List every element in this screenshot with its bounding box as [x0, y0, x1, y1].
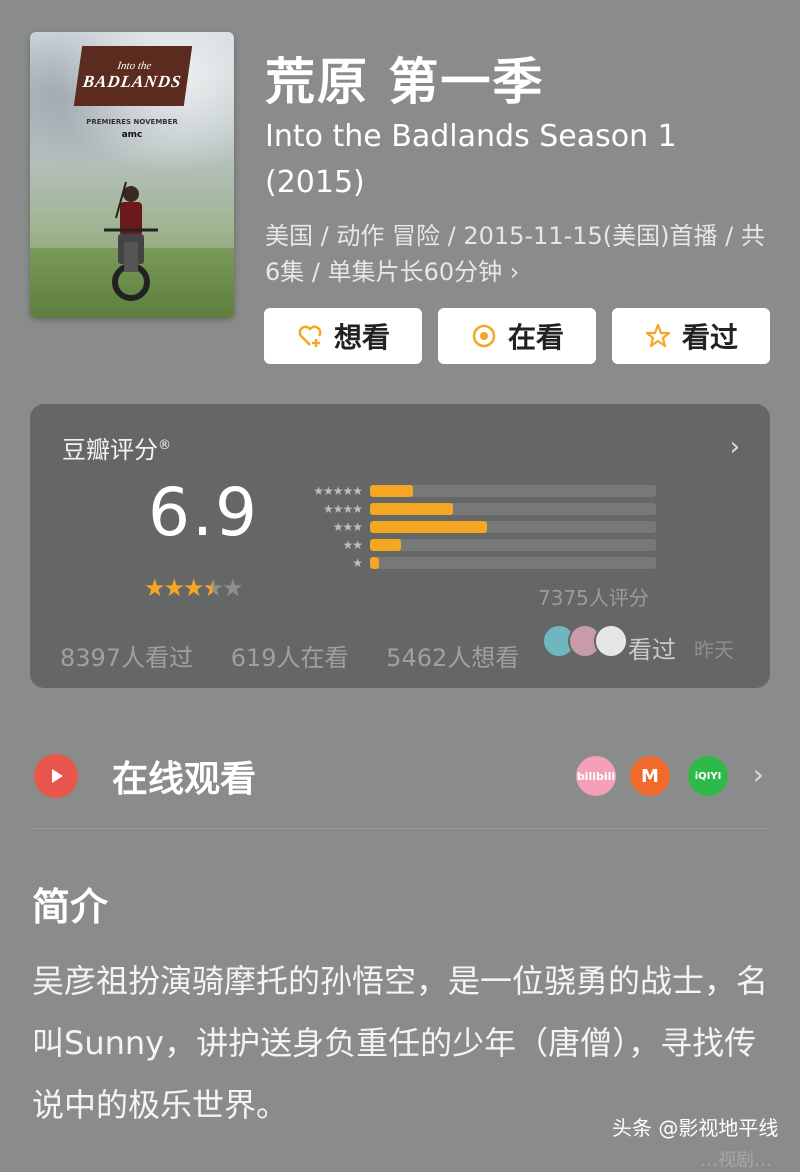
- avatar: [594, 624, 628, 658]
- rating-bar-fill: [370, 485, 413, 497]
- rating-bar-stars: ★★★: [332, 520, 363, 534]
- watched-count[interactable]: 8397人看过: [60, 644, 193, 672]
- watched-label: 看过: [681, 321, 738, 354]
- friends-watched-label: 看过: [628, 636, 676, 664]
- rating-bar-row: ★★★★★: [288, 482, 656, 500]
- poster-network: amc: [121, 130, 143, 140]
- rating-bar-track: [370, 557, 656, 569]
- chevron-right-icon[interactable]: ›: [753, 758, 764, 791]
- rating-bar-row: ★★★★: [288, 500, 656, 518]
- play-icon: [34, 754, 78, 798]
- rating-bar-fill: [370, 503, 453, 515]
- show-meta-link[interactable]: 美国 / 动作 冒险 / 2015-11-15(美国)首播 / 共6集 / 单集…: [265, 218, 775, 290]
- divider: [30, 828, 770, 829]
- rating-bar-stars: ★★: [342, 538, 363, 552]
- online-watch-label: 在线观看: [112, 759, 257, 800]
- star-full-icon: ★: [144, 574, 165, 602]
- rating-bar-track: [370, 503, 656, 515]
- rating-bar-track: [370, 521, 656, 533]
- rating-bar-stars: ★★★★: [322, 502, 363, 516]
- stats-row: 8397人看过 619人在看 5462人想看: [60, 638, 549, 673]
- rating-card[interactable]: 豆瓣评分® › 6.9 ★★★★★ ★★★★★ ★★★★ ★★★ ★★ ★ 7375人评…: [30, 404, 770, 688]
- watched-button[interactable]: 看过: [612, 308, 770, 364]
- rating-title: 豆瓣评分®: [62, 430, 171, 465]
- rating-bar-stars: ★: [352, 556, 363, 570]
- rating-score: 6.9: [148, 474, 259, 551]
- iqiyi-icon[interactable]: iQIYI: [688, 756, 728, 796]
- rating-bar-fill: [370, 521, 488, 533]
- registered-mark: ®: [158, 438, 171, 453]
- heart-plus-icon: [296, 322, 324, 350]
- rating-stars: ★★★★★: [144, 574, 244, 602]
- watermark: 头条 @影视地平线: [612, 1116, 779, 1140]
- mango-tv-icon[interactable]: M: [630, 756, 670, 796]
- friends-watched-time: 昨天: [694, 638, 734, 662]
- iqiyi-label: iQIYI: [694, 770, 722, 782]
- mango-label: M: [641, 765, 659, 787]
- truncated-text: …视剧…: [700, 1150, 772, 1171]
- star-empty-icon: ★: [222, 574, 243, 602]
- friend-avatars[interactable]: [542, 624, 628, 658]
- star-full-icon: ★: [163, 574, 185, 602]
- rating-bar-stars: ★★★★★: [313, 484, 363, 498]
- rating-bar-row: ★★: [288, 536, 656, 554]
- watching-label: 在看: [507, 321, 564, 354]
- star-full-icon: ★: [183, 574, 204, 602]
- bilibili-icon[interactable]: bilibili: [576, 756, 616, 796]
- poster-logo-line2: BADLANDS: [81, 72, 183, 91]
- target-icon: [470, 322, 498, 350]
- rating-bar-fill: [370, 557, 379, 569]
- want-to-watch-button[interactable]: 想看: [264, 308, 422, 364]
- poster-logo: Into the BADLANDS: [73, 46, 193, 106]
- want-count[interactable]: 5462人想看: [386, 644, 519, 672]
- intro-heading: 简介: [32, 885, 109, 929]
- chevron-right-icon[interactable]: ›: [730, 432, 740, 462]
- watching-count[interactable]: 619人在看: [231, 644, 349, 672]
- rating-count: 7375人评分: [538, 586, 649, 610]
- rating-title-text: 豆瓣评分: [62, 436, 158, 464]
- rating-bar-row: ★★★: [288, 518, 656, 536]
- motorcycle-rider-icon: [104, 182, 158, 301]
- bilibili-label: bilibili: [576, 769, 616, 783]
- want-to-watch-label: 想看: [333, 321, 390, 354]
- rating-bar-row: ★: [288, 554, 656, 572]
- poster-premieres: PREMIERES NOVEMBER: [86, 118, 178, 126]
- rating-bar-fill: [370, 539, 402, 551]
- page-title: 荒原 第一季: [265, 53, 545, 111]
- rating-bar-track: [370, 485, 656, 497]
- rating-bar-track: [370, 539, 656, 551]
- watching-button[interactable]: 在看: [438, 308, 596, 364]
- online-watch-row[interactable]: 在线观看 bilibili M iQIYI ›: [30, 744, 770, 806]
- star-outline-icon: [644, 322, 672, 350]
- star-half-icon: ★: [202, 574, 224, 602]
- english-title: Into the Badlands Season 1 (2015): [265, 119, 677, 200]
- poster-image[interactable]: Into the BADLANDS PREMIERES NOVEMBER amc: [30, 32, 234, 318]
- intro-body: 吴彦祖扮演骑摩托的孙悟空，是一位骁勇的战士，名叫Sunny，讲护送身负重任的少年…: [32, 962, 769, 1124]
- poster-logo-line1: Into the: [116, 60, 153, 72]
